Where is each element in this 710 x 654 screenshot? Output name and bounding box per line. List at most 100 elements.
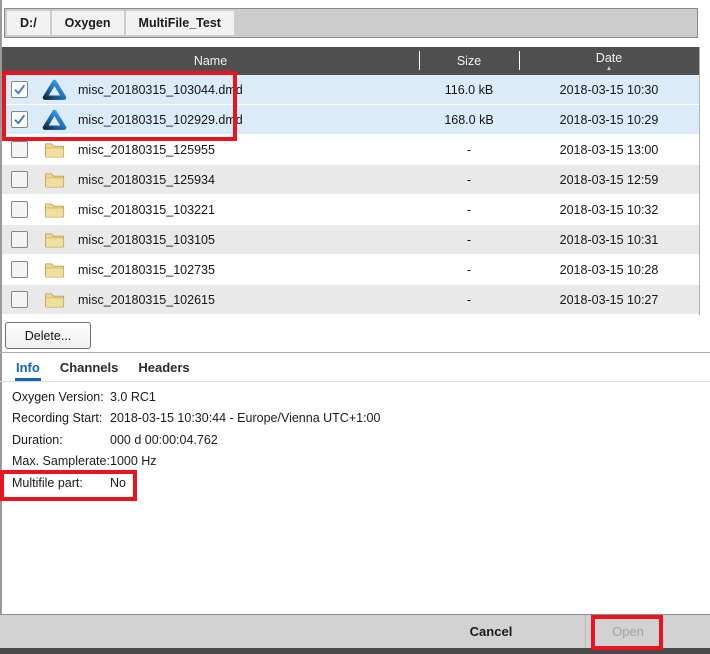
footer-bottom-strip <box>0 648 710 654</box>
file-name: misc_20180315_102929.dmd <box>78 113 243 127</box>
breadcrumb-item[interactable]: MultiFile_Test <box>126 11 234 35</box>
breadcrumb: D:/OxygenMultiFile_Test <box>4 8 698 38</box>
file-row-name-cell: misc_20180315_103221 <box>2 198 419 222</box>
file-date: 2018-03-15 13:00 <box>519 143 699 157</box>
file-row[interactable]: misc_20180315_102929.dmd 168.0 kB 2018-0… <box>2 105 699 135</box>
file-row-name-cell: misc_20180315_102929.dmd <box>2 108 419 132</box>
info-label: Multifile part: <box>12 476 110 490</box>
info-row: Max. Samplerate: 1000 Hz <box>12 451 612 473</box>
file-rows: misc_20180315_103044.dmd 116.0 kB 2018-0… <box>2 75 699 315</box>
info-value: 2018-03-15 10:30:44 - Europe/Vienna UTC+… <box>110 411 380 425</box>
dmd-file-icon <box>41 108 67 132</box>
info-row: Multifile part: No <box>12 472 612 494</box>
info-label: Recording Start: <box>12 411 110 425</box>
file-row[interactable]: misc_20180315_103044.dmd 116.0 kB 2018-0… <box>2 75 699 105</box>
tabs-underline <box>0 381 710 382</box>
tab-channels[interactable]: Channels <box>60 360 119 377</box>
column-header-name-label: Name <box>194 54 227 68</box>
cancel-button[interactable]: Cancel <box>440 615 542 648</box>
tab-headers[interactable]: Headers <box>138 360 189 377</box>
file-size: - <box>419 143 519 157</box>
file-row[interactable]: misc_20180315_102735 - 2018-03-15 10:28 <box>2 255 699 285</box>
info-value: 3.0 RC1 <box>110 390 156 404</box>
file-row-name-cell: misc_20180315_125934 <box>2 168 419 192</box>
column-header-size[interactable]: Size <box>419 54 519 68</box>
folder-icon <box>41 138 67 162</box>
file-name: misc_20180315_102735 <box>78 263 215 277</box>
info-row: Recording Start: 2018-03-15 10:30:44 - E… <box>12 408 612 430</box>
info-row: Duration: 000 d 00:00:04.762 <box>12 429 612 451</box>
info-label: Duration: <box>12 433 110 447</box>
info-value: 1000 Hz <box>110 454 157 468</box>
file-name: misc_20180315_103221 <box>78 203 215 217</box>
file-row[interactable]: misc_20180315_103105 - 2018-03-15 10:31 <box>2 225 699 255</box>
row-checkbox[interactable] <box>11 291 28 308</box>
info-row: Oxygen Version: 3.0 RC1 <box>12 386 612 408</box>
file-row-name-cell: misc_20180315_103105 <box>2 228 419 252</box>
file-size: - <box>419 293 519 307</box>
file-date: 2018-03-15 10:30 <box>519 83 699 97</box>
file-row[interactable]: misc_20180315_125955 - 2018-03-15 13:00 <box>2 135 699 165</box>
file-size: - <box>419 173 519 187</box>
row-checkbox[interactable] <box>11 261 28 278</box>
row-checkbox[interactable] <box>11 201 28 218</box>
file-name: misc_20180315_103105 <box>78 233 215 247</box>
tab-info[interactable]: Info <box>16 360 40 377</box>
open-button[interactable]: Open <box>585 615 670 648</box>
info-label: Oxygen Version: <box>12 390 110 404</box>
file-size: - <box>419 263 519 277</box>
info-value: 000 d 00:00:04.762 <box>110 433 218 447</box>
file-row[interactable]: misc_20180315_125934 - 2018-03-15 12:59 <box>2 165 699 195</box>
file-row-name-cell: misc_20180315_102735 <box>2 258 419 282</box>
column-header-size-label: Size <box>457 54 481 68</box>
folder-icon <box>41 288 67 312</box>
file-table: Name Size Date ▲ <box>2 47 700 315</box>
file-row[interactable]: misc_20180315_103221 - 2018-03-15 10:32 <box>2 195 699 225</box>
row-checkbox[interactable] <box>11 231 28 248</box>
sort-ascending-icon: ▲ <box>606 66 612 71</box>
file-name: misc_20180315_102615 <box>78 293 215 307</box>
file-name: misc_20180315_125955 <box>78 143 215 157</box>
folder-icon <box>41 258 67 282</box>
folder-icon <box>41 168 67 192</box>
column-header-name[interactable]: Name <box>2 54 419 68</box>
file-size: 168.0 kB <box>419 113 519 127</box>
table-header: Name Size Date ▲ <box>2 47 699 75</box>
file-row[interactable]: misc_20180315_102615 - 2018-03-15 10:27 <box>2 285 699 315</box>
file-date: 2018-03-15 12:59 <box>519 173 699 187</box>
file-size: - <box>419 233 519 247</box>
file-row-name-cell: misc_20180315_102615 <box>2 288 419 312</box>
file-date: 2018-03-15 10:31 <box>519 233 699 247</box>
row-checkbox[interactable] <box>11 81 28 98</box>
file-row-name-cell: misc_20180315_125955 <box>2 138 419 162</box>
file-date: 2018-03-15 10:29 <box>519 113 699 127</box>
section-divider <box>0 352 710 353</box>
breadcrumb-item[interactable]: Oxygen <box>52 11 124 35</box>
file-name: misc_20180315_103044.dmd <box>78 83 243 97</box>
detail-tabs: Info Channels Headers <box>0 357 710 380</box>
folder-icon <box>41 198 67 222</box>
column-header-date[interactable]: Date ▲ <box>519 51 699 71</box>
file-size: 116.0 kB <box>419 83 519 97</box>
row-checkbox[interactable] <box>11 141 28 158</box>
dmd-file-icon <box>41 78 67 102</box>
delete-button[interactable]: Delete... <box>5 322 91 349</box>
file-row-name-cell: misc_20180315_103044.dmd <box>2 78 419 102</box>
checkmark-icon <box>13 113 26 126</box>
file-date: 2018-03-15 10:27 <box>519 293 699 307</box>
info-value: No <box>110 476 126 490</box>
column-separator <box>419 51 420 70</box>
breadcrumb-item[interactable]: D:/ <box>7 11 50 35</box>
row-checkbox[interactable] <box>11 111 28 128</box>
file-date: 2018-03-15 10:28 <box>519 263 699 277</box>
column-separator <box>519 51 520 70</box>
row-checkbox[interactable] <box>11 171 28 188</box>
info-label: Max. Samplerate: <box>12 454 110 468</box>
file-date: 2018-03-15 10:32 <box>519 203 699 217</box>
column-header-date-label: Date <box>596 51 622 65</box>
file-name: misc_20180315_125934 <box>78 173 215 187</box>
checkmark-icon <box>13 83 26 96</box>
folder-icon <box>41 228 67 252</box>
info-panel: Oxygen Version: 3.0 RC1 Recording Start:… <box>12 386 612 494</box>
file-size: - <box>419 203 519 217</box>
